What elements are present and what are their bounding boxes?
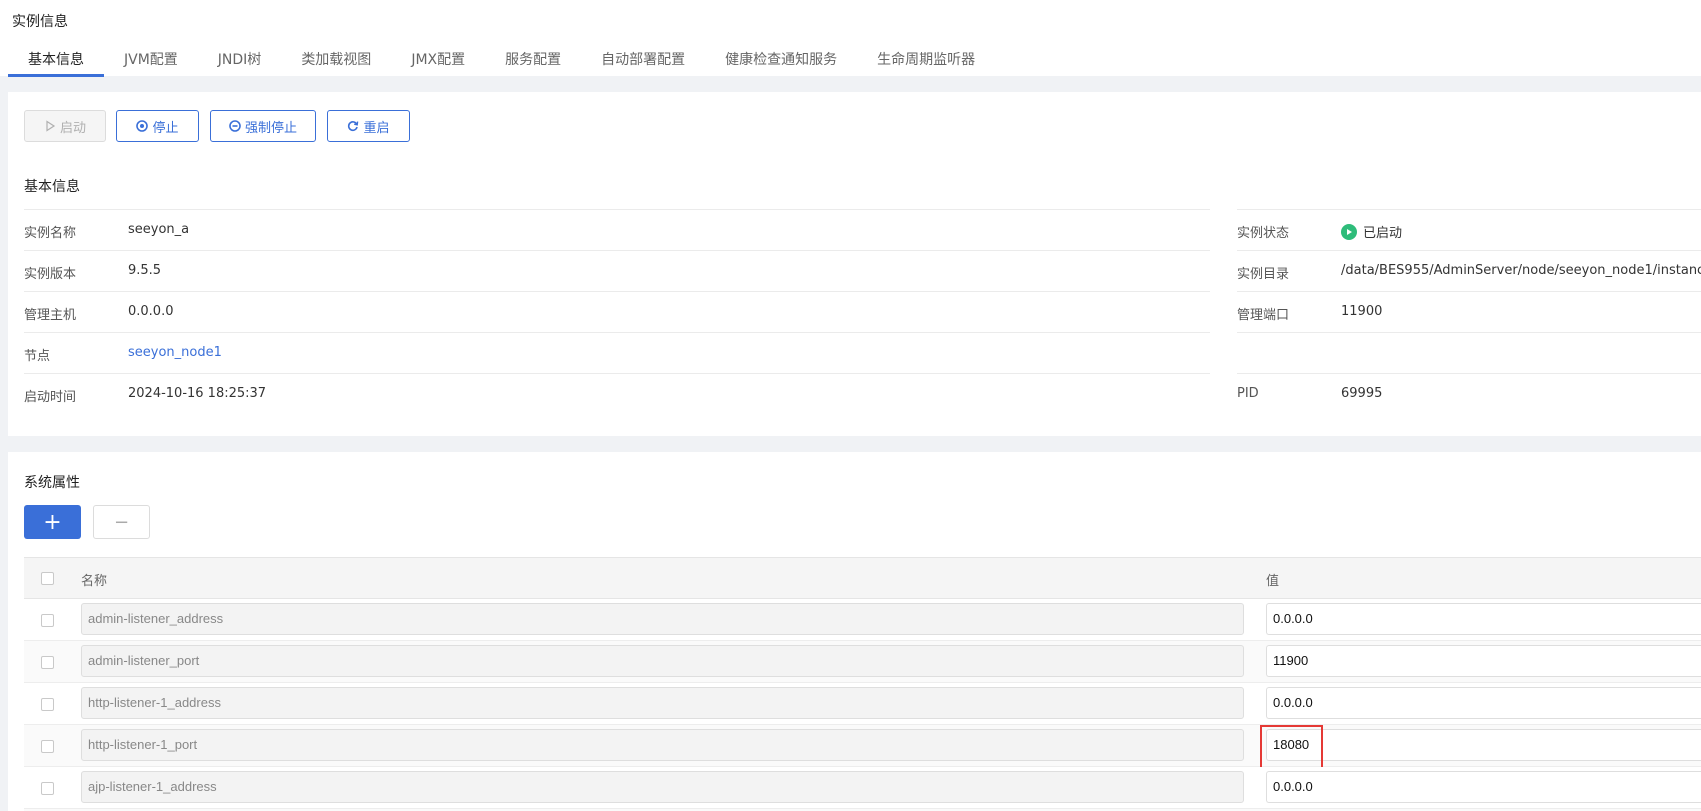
table-row: admin-listener_address 0.0.0.0: [24, 599, 1701, 641]
info-label: 启动时间: [24, 390, 77, 405]
property-name-field: admin-listener_port: [81, 645, 1244, 677]
row-checkbox[interactable]: [41, 656, 54, 669]
minus-circle-icon: [229, 120, 241, 132]
property-value-field[interactable]: 18080: [1266, 729, 1701, 761]
stop-circle-icon: [136, 120, 149, 132]
tab-bar: 基本信息 JVM配置 JNDI树 类加载视图 JMX配置 服务配置 自动部署配置…: [8, 48, 995, 77]
tab-service-config[interactable]: 服务配置: [485, 48, 581, 74]
stop-button-label: 停止: [152, 120, 179, 136]
info-value: 69995: [1341, 386, 1383, 401]
column-header-value: 值: [1266, 574, 1280, 589]
info-value: seeyon_a: [128, 222, 190, 237]
refresh-icon: [348, 121, 359, 132]
tab-jndi-tree[interactable]: JNDI树: [198, 48, 282, 74]
property-name-field: admin-listener_address: [81, 603, 1244, 635]
stop-button[interactable]: 停止: [116, 110, 199, 142]
play-outline-icon: [46, 120, 56, 132]
status-badge: 已启动: [1341, 222, 1402, 241]
info-label: PID: [1237, 386, 1259, 401]
row-checkbox[interactable]: [41, 698, 54, 711]
info-row-node: 节点 seeyon_node1: [24, 332, 1210, 373]
info-label: 节点: [24, 349, 51, 364]
property-name-field: http-listener-1_port: [81, 729, 1244, 761]
tab-jvm-config[interactable]: JVM配置: [104, 48, 198, 74]
property-value-field[interactable]: 0.0.0.0: [1266, 603, 1701, 635]
row-checkbox[interactable]: [41, 614, 54, 627]
force-stop-button-label: 强制停止: [244, 120, 297, 136]
info-row-instance-version: 实例版本 9.5.5: [24, 250, 1210, 291]
info-row-pid: PID 69995: [1237, 373, 1701, 414]
table-row: http-listener-1_port 18080: [24, 725, 1701, 770]
column-header-name: 名称: [81, 574, 108, 589]
info-label: 实例版本: [24, 267, 77, 282]
tab-health-check-notify[interactable]: 健康检查通知服务: [705, 48, 857, 74]
table-header: 名称 值: [24, 557, 1701, 599]
info-row-instance-dir: 实例目录 /data/BES955/AdminServer/node/seeyo…: [1237, 250, 1701, 291]
row-checkbox[interactable]: [41, 740, 54, 753]
row-checkbox[interactable]: [41, 782, 54, 795]
add-property-button[interactable]: +: [24, 505, 81, 539]
info-value: 11900: [1341, 304, 1383, 319]
force-stop-button[interactable]: 强制停止: [210, 110, 316, 142]
info-row-admin-host: 管理主机 0.0.0.0: [24, 291, 1210, 332]
info-value: 2024-10-16 18:25:37: [128, 386, 267, 401]
node-link[interactable]: seeyon_node1: [128, 345, 222, 360]
select-all-checkbox[interactable]: [41, 572, 54, 585]
info-label: 管理主机: [24, 308, 77, 323]
tab-jmx-config[interactable]: JMX配置: [391, 48, 485, 74]
table-row: ajp-listener-1_address 0.0.0.0: [24, 767, 1701, 809]
property-name-field: ajp-listener-1_address: [81, 771, 1244, 803]
property-value-field[interactable]: 0.0.0.0: [1266, 771, 1701, 803]
tab-basic-info[interactable]: 基本信息: [8, 48, 104, 77]
tab-classloader-view[interactable]: 类加载视图: [281, 48, 391, 74]
page-title: 实例信息: [12, 14, 68, 30]
table-row: http-listener-1_address 0.0.0.0: [24, 683, 1701, 725]
info-label: 实例状态: [1237, 226, 1290, 241]
status-text: 已启动: [1363, 226, 1403, 241]
info-row-instance-status: 实例状态 已启动: [1237, 209, 1701, 250]
start-button-label: 启动: [59, 120, 86, 136]
system-properties-title: 系统属性: [24, 475, 80, 491]
basic-info-title: 基本信息: [24, 179, 80, 195]
info-value: 0.0.0.0: [128, 304, 174, 319]
info-label: 实例目录: [1237, 267, 1290, 282]
info-row-instance-name: 实例名称 seeyon_a: [24, 209, 1210, 250]
property-value-field[interactable]: 0.0.0.0: [1266, 687, 1701, 719]
play-circle-icon: [1341, 223, 1357, 240]
instance-info-page: 实例信息 基本信息 JVM配置 JNDI树 类加载视图 JMX配置 服务配置 自…: [0, 0, 1701, 811]
info-row-empty: [1237, 332, 1701, 373]
tab-auto-deploy-config[interactable]: 自动部署配置: [581, 48, 705, 74]
start-button[interactable]: 启动: [24, 110, 106, 142]
remove-property-button[interactable]: −: [93, 505, 150, 539]
info-value: /data/BES955/AdminServer/node/seeyon_nod…: [1341, 263, 1701, 278]
tab-lifecycle-listener[interactable]: 生命周期监听器: [857, 48, 995, 74]
info-value: 9.5.5: [128, 263, 162, 278]
info-row-start-time: 启动时间 2024-10-16 18:25:37: [24, 373, 1210, 414]
table-row: admin-listener_port 11900: [24, 641, 1701, 683]
property-value-field[interactable]: 11900: [1266, 645, 1701, 677]
property-name-field: http-listener-1_address: [81, 687, 1244, 719]
restart-button[interactable]: 重启: [327, 110, 410, 142]
info-row-admin-port: 管理端口 11900: [1237, 291, 1701, 332]
info-label: 管理端口: [1237, 308, 1290, 323]
restart-button-label: 重启: [363, 120, 390, 136]
header: 实例信息 基本信息 JVM配置 JNDI树 类加载视图 JMX配置 服务配置 自…: [0, 0, 1701, 77]
info-label: 实例名称: [24, 226, 77, 241]
